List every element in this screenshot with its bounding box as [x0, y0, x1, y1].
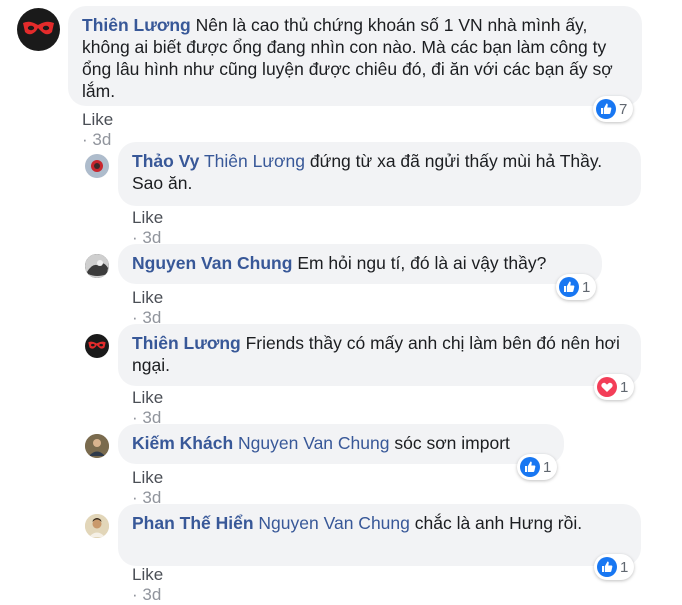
mention-tag[interactable]: Thiên Lương	[204, 151, 305, 171]
profile-photo-icon	[85, 254, 109, 278]
like-link[interactable]: Like	[132, 208, 163, 227]
avatar[interactable]	[85, 254, 109, 278]
comment-bubble: Thiên Lương Nên là cao thủ chứng khoán s…	[68, 6, 642, 106]
avatar[interactable]	[85, 154, 109, 178]
reaction-count: 1	[620, 378, 629, 396]
avatar[interactable]	[85, 334, 109, 358]
reaction-summary[interactable]: 1	[517, 454, 558, 480]
author-name[interactable]: Thiên Lương	[82, 15, 191, 35]
comment-bubble: Nguyen Van Chung Em hỏi ngu tí, đó là ai…	[118, 244, 602, 284]
comment-bubble: Thiên Lương Friends thầy có mấy anh chị …	[118, 324, 641, 386]
mention-tag[interactable]: Nguyen Van Chung	[238, 433, 389, 453]
reaction-summary[interactable]: 1	[594, 554, 635, 580]
comment-text: đứng từ xa đã ngửi thấy mùi hả Thầy. Sao…	[132, 151, 603, 193]
red-glasses-icon	[88, 341, 106, 349]
love-icon	[597, 377, 617, 397]
avatar[interactable]	[85, 514, 109, 538]
reaction-summary[interactable]: 1	[594, 374, 635, 400]
comment-text: chắc là anh Hưng rồi.	[414, 513, 583, 533]
timestamp[interactable]: 3d	[92, 130, 111, 149]
author-name[interactable]: Nguyen Van Chung	[132, 253, 292, 273]
reaction-count: 1	[543, 458, 552, 476]
avatar[interactable]	[85, 434, 109, 458]
author-name[interactable]: Kiếm Khách	[132, 433, 233, 453]
comment-meta: Like · 3d	[132, 208, 163, 248]
reaction-count: 1	[620, 558, 629, 576]
comment-meta: Like · 3d	[132, 565, 163, 605]
like-icon	[596, 99, 616, 119]
author-name[interactable]: Phan Thế Hiển	[132, 513, 254, 533]
reaction-count: 7	[619, 100, 628, 118]
comment-text: Em hỏi ngu tí, đó là ai vậy thầy?	[297, 253, 547, 273]
avatar[interactable]	[17, 8, 60, 51]
author-name[interactable]: Thảo Vy	[132, 151, 199, 171]
author-name[interactable]: Thiên Lương	[132, 333, 241, 353]
comment-bubble: Phan Thế Hiển Nguyen Van Chung chắc là a…	[118, 504, 641, 566]
like-link[interactable]: Like	[132, 388, 163, 407]
meta-separator: ·	[82, 130, 88, 149]
like-link[interactable]: Like	[82, 110, 113, 129]
comment-meta: Like · 3d	[132, 288, 163, 328]
comment-meta: Like · 3d	[132, 468, 163, 508]
like-icon	[520, 457, 540, 477]
comment-text: sóc sơn import	[394, 433, 510, 453]
mention-tag[interactable]: Nguyen Van Chung	[258, 513, 409, 533]
like-link[interactable]: Like	[132, 468, 163, 487]
reaction-summary[interactable]: 1	[556, 274, 597, 300]
comment-meta: Like · 3d	[132, 388, 163, 428]
comment-meta: Like · 3d	[82, 110, 113, 150]
reaction-count: 1	[582, 278, 591, 296]
comment-bubble: Kiếm Khách Nguyen Van Chung sóc sơn impo…	[118, 424, 564, 464]
reaction-summary[interactable]: 7	[593, 96, 634, 122]
like-icon	[597, 557, 617, 577]
comment-bubble: Thảo Vy Thiên Lương đứng từ xa đã ngửi t…	[118, 142, 641, 206]
red-glasses-icon	[23, 21, 54, 35]
profile-photo-icon	[85, 154, 109, 178]
like-icon	[559, 277, 579, 297]
like-link[interactable]: Like	[132, 288, 163, 307]
profile-photo-icon	[85, 434, 109, 458]
like-link[interactable]: Like	[132, 565, 163, 584]
profile-photo-icon	[85, 514, 109, 538]
